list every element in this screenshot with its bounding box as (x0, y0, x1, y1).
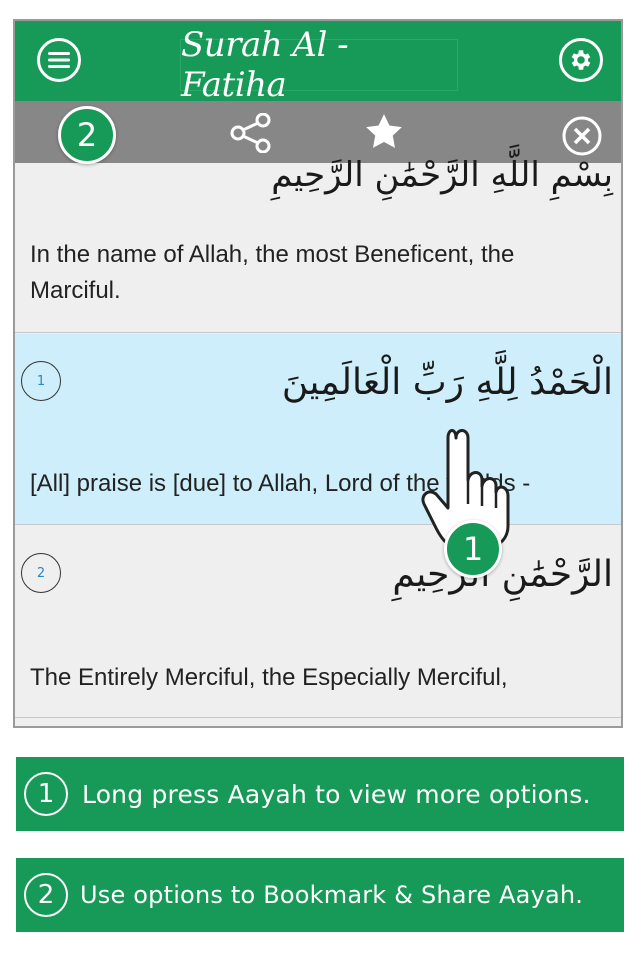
menu-button[interactable] (37, 38, 81, 82)
close-icon[interactable] (561, 115, 603, 157)
tip-text: Use options to Bookmark & Share Aayah. (80, 881, 584, 909)
callout-badge-2: 2 (58, 106, 116, 164)
callout-badge-1: 1 (444, 520, 502, 578)
gear-icon (571, 50, 591, 70)
translation-text: In the name of Allah, the most Beneficen… (30, 241, 515, 304)
verse-item[interactable]: بِسْمِ اللَّهِ الرَّحْمَٰنِ الرَّحِيمِ I… (15, 155, 621, 333)
arabic-text: الْحَمْدُ لِلَّهِ رَبِّ الْعَالَمِينَ (281, 362, 613, 403)
verse-number: 2 (21, 553, 61, 593)
hamburger-menu-icon (48, 52, 70, 68)
title-box: Surah Al - Fatiha (180, 25, 458, 105)
tip-banner-1: 1 Long press Aayah to view more options. (16, 757, 624, 831)
translation-text: [All] praise is [due] to Allah, Lord of … (30, 470, 531, 497)
verse-item[interactable]: 2 الرَّحْمَٰنِ الرَّحِيمِ The Entirely M… (15, 526, 621, 718)
star-icon[interactable] (362, 111, 406, 153)
tip-number: 2 (24, 873, 68, 917)
verse-number: 1 (21, 361, 61, 401)
tip-text: Long press Aayah to view more options. (82, 779, 591, 809)
translation-text: The Entirely Merciful, the Especially Me… (30, 664, 508, 691)
arabic-text: بِسْمِ اللَّهِ الرَّحْمَٰنِ الرَّحِيمِ (271, 155, 613, 195)
app-bar: Surah Al - Fatiha (15, 21, 621, 105)
settings-button[interactable] (559, 38, 603, 82)
tip-banner-2: 2 Use options to Bookmark & Share Aayah. (16, 858, 624, 932)
share-icon[interactable] (229, 113, 273, 153)
page-title: Surah Al - Fatiha (181, 25, 349, 105)
tip-number: 1 (24, 772, 68, 816)
arabic-text: الرَّحْمَٰنِ الرَّحِيمِ (392, 554, 613, 595)
verse-item-selected[interactable]: 1 الْحَمْدُ لِلَّهِ رَبِّ الْعَالَمِينَ … (15, 334, 621, 525)
